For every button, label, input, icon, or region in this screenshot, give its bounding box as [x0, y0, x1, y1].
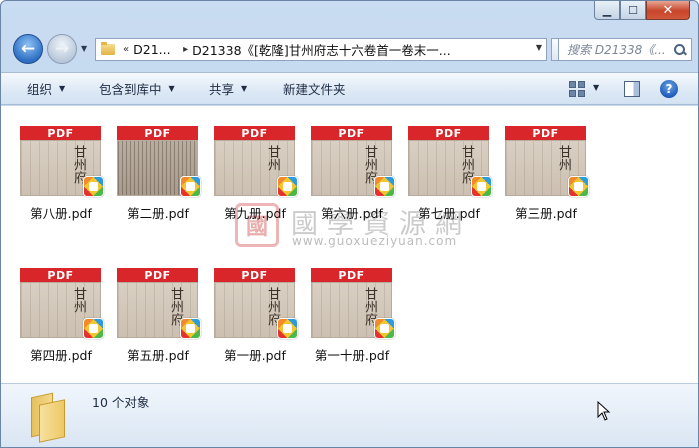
pdf-reader-icon	[180, 176, 201, 197]
file-name[interactable]: 第二册.pdf	[115, 203, 201, 222]
file-name[interactable]: 第五册.pdf	[115, 345, 201, 364]
search-icon[interactable]	[673, 43, 687, 57]
file-item[interactable]: PDF 甘州府 第一册.pdf	[212, 268, 308, 368]
help-icon[interactable]: ?	[660, 80, 678, 98]
close-button[interactable]: ✕	[646, 1, 690, 20]
file-name[interactable]: 第八册.pdf	[18, 203, 104, 222]
pdf-thumbnail: PDF 甘州府	[214, 268, 298, 340]
back-arrow-icon[interactable]: ←	[13, 34, 43, 64]
watermark-url: www.guoxueziyuan.com	[292, 234, 458, 248]
pdf-reader-icon	[83, 318, 104, 339]
new-folder-label: 新建文件夹	[283, 82, 346, 97]
details-pane: 10 个对象	[1, 383, 698, 447]
mouse-cursor-icon	[597, 401, 611, 421]
file-name[interactable]: 第三册.pdf	[503, 203, 589, 222]
forward-arrow-icon[interactable]: →	[47, 34, 77, 64]
file-item[interactable]: PDF 甘州府 第六册.pdf	[309, 126, 405, 226]
view-options-dropdown-icon[interactable]: ▼	[593, 83, 599, 92]
pdf-thumbnail: PDF 甘州	[214, 126, 298, 198]
file-item[interactable]: PDF 甘州 第九册.pdf	[212, 126, 308, 226]
breadcrumb-item-current[interactable]: D21338《[乾隆]甘州府志十六卷首一卷末一...	[192, 40, 454, 59]
pdf-label: PDF	[408, 126, 489, 140]
pdf-thumbnail: PDF 甘州	[505, 126, 589, 198]
pdf-label: PDF	[505, 126, 586, 140]
file-item[interactable]: PDF 甘州 第四册.pdf	[18, 268, 114, 368]
pdf-label: PDF	[117, 268, 198, 282]
file-name[interactable]: 第九册.pdf	[212, 203, 298, 222]
command-bar: 组织 ▼ 包含到库中 ▼ 共享 ▼ 新建文件夹 ▼ ?	[1, 72, 698, 105]
preview-pane-icon[interactable]	[624, 81, 640, 97]
address-bar[interactable]: « D21... ▸ D21338《[乾隆]甘州府志十六卷首一卷末一... ▼	[95, 38, 547, 61]
share-label: 共享	[209, 82, 235, 97]
pdf-reader-icon	[83, 176, 104, 197]
file-item[interactable]: PDF 甘州 第三册.pdf	[503, 126, 599, 226]
recent-pages-dropdown-icon[interactable]: ▼	[81, 44, 87, 53]
pdf-thumbnail: PDF 甘州府	[408, 126, 492, 198]
new-folder-button[interactable]: 新建文件夹	[283, 79, 346, 98]
page-preview-text: 甘州	[265, 145, 280, 171]
organize-label: 组织	[27, 82, 53, 97]
navigation-bar: ← → ▼ « D21... ▸ D21338《[乾隆]甘州府志十六卷首一卷末一…	[9, 34, 692, 68]
chevron-down-icon: ▼	[241, 84, 248, 93]
pdf-reader-icon	[374, 318, 395, 339]
pdf-thumbnail: PDF 甘州府	[311, 126, 395, 198]
pdf-label: PDF	[214, 268, 295, 282]
change-view-icon[interactable]	[569, 81, 585, 97]
search-placeholder: 搜索 D21338《...	[567, 43, 666, 57]
file-name[interactable]: 第一册.pdf	[212, 345, 298, 364]
pdf-thumbnail: PDF 甘州府	[117, 268, 201, 340]
maximize-button[interactable]: ☐	[620, 1, 646, 20]
folder-icon	[101, 42, 115, 55]
pdf-label: PDF	[311, 268, 392, 282]
include-in-library-button[interactable]: 包含到库中 ▼	[99, 79, 175, 98]
chevron-down-icon: ▼	[59, 84, 66, 93]
address-dropdown-icon[interactable]: ▼	[536, 43, 542, 52]
pdf-reader-icon	[471, 176, 492, 197]
file-item[interactable]: PDF 甘州府 第八册.pdf	[18, 126, 114, 226]
pdf-thumbnail: PDF 甘州	[20, 268, 104, 340]
pdf-thumbnail: PDF 甘州府	[311, 268, 395, 340]
search-input[interactable]: 搜索 D21338《...	[558, 38, 692, 61]
minimize-button[interactable]: ▁	[594, 1, 620, 20]
file-item[interactable]: PDF 甘州府 第一十册.pdf	[309, 268, 405, 368]
file-name[interactable]: 第六册.pdf	[309, 203, 395, 222]
pdf-reader-icon	[180, 318, 201, 339]
file-name[interactable]: 第四册.pdf	[18, 345, 104, 364]
breadcrumb-item-parent[interactable]: D21...	[133, 42, 179, 57]
pdf-reader-icon	[277, 176, 298, 197]
pdf-label: PDF	[214, 126, 295, 140]
file-item[interactable]: PDF 甘州府 第五册.pdf	[115, 268, 211, 368]
page-preview-text: 甘州	[556, 145, 571, 171]
pdf-reader-icon	[374, 176, 395, 197]
file-item[interactable]: PDF 第二册.pdf	[115, 126, 211, 226]
file-item[interactable]: PDF 甘州府 第七册.pdf	[406, 126, 502, 226]
breadcrumb-separator-icon[interactable]: ▸	[183, 44, 188, 55]
file-name[interactable]: 第一十册.pdf	[309, 345, 395, 364]
pdf-reader-icon	[568, 176, 589, 197]
pdf-label: PDF	[117, 126, 198, 140]
folder-icon	[29, 392, 73, 443]
file-name[interactable]: 第七册.pdf	[406, 203, 492, 222]
item-count: 10 个对象	[92, 395, 150, 410]
caption-buttons: ▁ ☐ ✕	[594, 1, 690, 20]
pdf-label: PDF	[20, 268, 101, 282]
file-list-area[interactable]: 國 國學資源網 www.guoxueziyuan.com PDF 甘州府 第八册…	[1, 106, 698, 383]
share-button[interactable]: 共享 ▼	[209, 79, 247, 98]
pdf-thumbnail: PDF	[117, 126, 201, 198]
pdf-label: PDF	[20, 126, 101, 140]
pdf-label: PDF	[311, 126, 392, 140]
organize-menu-button[interactable]: 组织 ▼	[27, 79, 65, 98]
pdf-thumbnail: PDF 甘州府	[20, 126, 104, 198]
chevron-down-icon: ▼	[168, 84, 175, 93]
breadcrumb-overflow[interactable]: «	[123, 44, 129, 55]
pdf-reader-icon	[277, 318, 298, 339]
page-preview-text: 甘州	[71, 287, 86, 313]
include-in-library-label: 包含到库中	[99, 82, 162, 97]
